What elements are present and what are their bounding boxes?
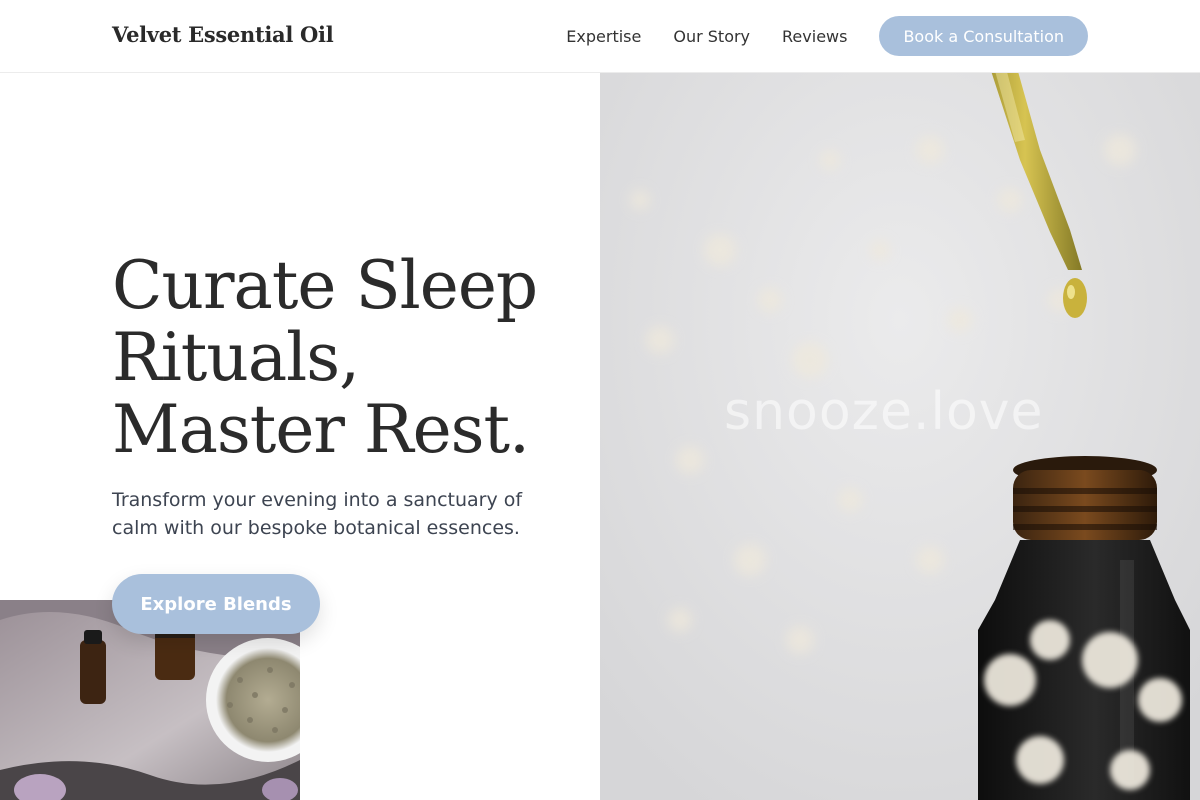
hero-subtext: Transform your evening into a sanctuary …: [112, 489, 523, 539]
site-header: Velvet Essential Oil Expertise Our Story…: [0, 0, 1200, 73]
explore-blends-button[interactable]: Explore Blends: [112, 574, 320, 634]
watermark-text: snooze.love: [724, 382, 1044, 442]
nav-link-expertise[interactable]: Expertise: [566, 27, 641, 46]
book-consultation-button[interactable]: Book a Consultation: [879, 16, 1088, 56]
hero-headline: Curate Sleep Rituals, Master Rest.: [112, 247, 538, 468]
brand-logo[interactable]: Velvet Essential Oil: [112, 22, 334, 47]
nav-link-reviews[interactable]: Reviews: [782, 27, 847, 46]
nav-link-our-story[interactable]: Our Story: [673, 27, 750, 46]
main-nav: Expertise Our Story Reviews Book a Consu…: [566, 16, 1088, 56]
